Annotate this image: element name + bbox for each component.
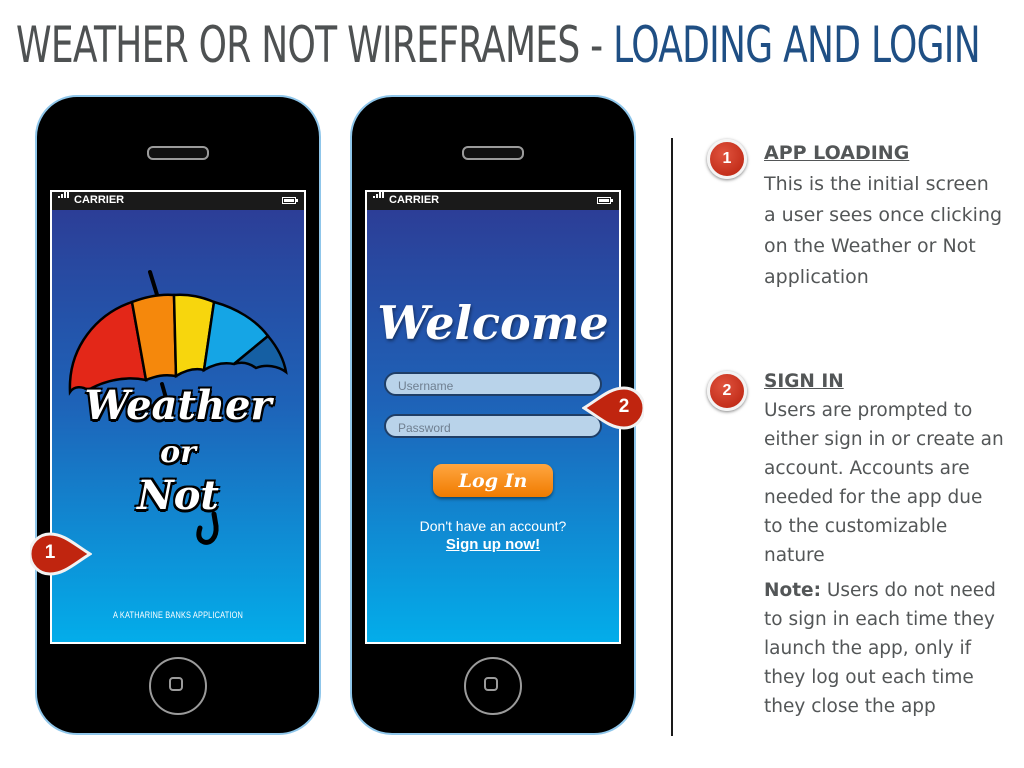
- callout-marker-2: 2: [581, 386, 646, 430]
- phone-speaker: [147, 146, 209, 160]
- home-square-icon: [169, 677, 183, 691]
- password-input[interactable]: [384, 414, 602, 438]
- phone-speaker: [462, 146, 524, 160]
- title-prefix: WEATHER OR NOT WIREFRAMES -: [16, 16, 614, 74]
- note-body: Users are prompted to either sign in or …: [764, 400, 1004, 566]
- callout-number: 2: [618, 396, 630, 417]
- phone-frame-loading: CARRIER Weather or Not A KATHARINE BANKS…: [35, 95, 321, 735]
- extra-note: Note: Users do not need to sign in each …: [764, 576, 1014, 721]
- battery-icon: [597, 197, 613, 204]
- status-bar: CARRIER: [367, 192, 619, 210]
- note-heading: SIGN IN: [764, 371, 844, 392]
- battery-icon: [282, 197, 298, 204]
- note-app-loading: APP LOADING This is the initial screen a…: [764, 138, 1004, 293]
- note-body: This is the initial screen a user sees o…: [764, 173, 1003, 288]
- vertical-divider: [671, 138, 673, 736]
- app-tagline: A KATHARINE BANKS APPLICATION: [113, 610, 243, 620]
- login-button[interactable]: Log In: [433, 464, 553, 497]
- note-badge-1: 1: [707, 139, 747, 179]
- title-highlight: LOADING AND LOGIN: [613, 16, 980, 74]
- home-button[interactable]: [464, 657, 522, 715]
- no-account-prompt: Don't have an account?: [419, 518, 567, 534]
- home-square-icon: [484, 677, 498, 691]
- logo-weather: Weather: [84, 382, 272, 429]
- status-bar: CARRIER: [52, 192, 304, 210]
- note-sign-in: SIGN IN Users are prompted to either sig…: [764, 367, 1004, 570]
- signup-link[interactable]: Sign up now!: [367, 536, 619, 553]
- note-heading: APP LOADING: [764, 142, 910, 164]
- carrier-label: CARRIER: [74, 194, 125, 206]
- username-input[interactable]: [384, 372, 602, 396]
- logo-or: or: [160, 435, 196, 470]
- carrier-label: CARRIER: [389, 194, 440, 206]
- logo-not: Not: [137, 472, 219, 519]
- extra-note-label: Note:: [764, 580, 821, 601]
- callout-number: 1: [44, 542, 56, 563]
- home-button[interactable]: [149, 657, 207, 715]
- note-badge-2: 2: [707, 371, 747, 411]
- welcome-heading: Welcome: [377, 296, 609, 350]
- page-title: WEATHER OR NOT WIREFRAMES - LOADING AND …: [16, 14, 981, 76]
- callout-marker-1: 1: [28, 532, 93, 576]
